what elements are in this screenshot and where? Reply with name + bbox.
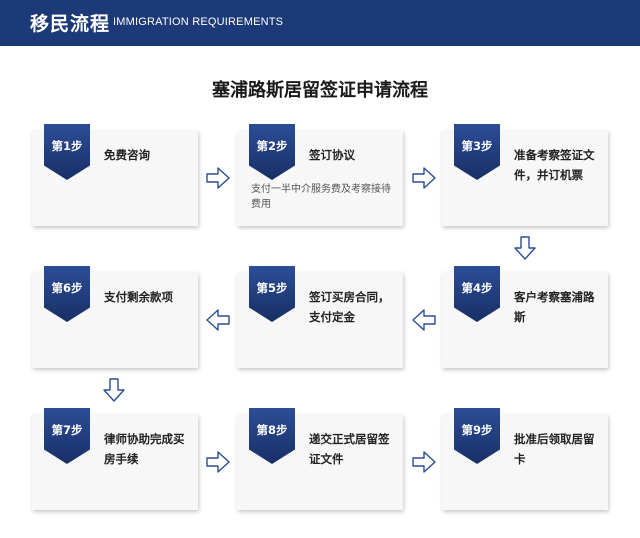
step-card-3: 第3步 准备考察签证文件，并订机票 <box>442 124 608 226</box>
step-badge: 第1步 <box>44 124 90 180</box>
step-title: 免费咨询 <box>104 148 150 162</box>
step-card-7: 第7步 律师协助完成买房手续 <box>32 408 198 510</box>
step-title: 客户考察塞浦路斯 <box>514 290 595 324</box>
step-card-2: 第2步 签订协议 支付一半中介服务费及考察接待费用 <box>237 124 403 226</box>
step-title: 准备考察签证文件，并订机票 <box>514 148 595 182</box>
step-card-9: 第9步 批准后领取居留卡 <box>442 408 608 510</box>
arrow-down-icon <box>514 236 536 260</box>
step-title: 支付剩余款项 <box>104 290 173 304</box>
step-badge: 第6步 <box>44 266 90 322</box>
arrow-right-icon <box>206 451 230 473</box>
step-badge: 第7步 <box>44 408 90 464</box>
step-number: 第6步 <box>51 281 83 295</box>
step-title: 签订买房合同，支付定金 <box>309 290 390 324</box>
step-badge: 第3步 <box>454 124 500 180</box>
step-badge: 第2步 <box>249 124 295 180</box>
step-card-5: 第5步 签订买房合同，支付定金 <box>237 266 403 368</box>
arrow-left-icon <box>412 309 436 331</box>
step-card-6: 第6步 支付剩余款项 <box>32 266 198 368</box>
step-card-4: 第4步 客户考察塞浦路斯 <box>442 266 608 368</box>
arrow-right-icon <box>412 451 436 473</box>
step-badge: 第9步 <box>454 408 500 464</box>
step-number: 第8步 <box>256 423 288 437</box>
step-card-1: 第1步 免费咨询 <box>32 124 198 226</box>
step-number: 第1步 <box>51 139 83 153</box>
step-title: 批准后领取居留卡 <box>514 432 595 466</box>
arrow-right-icon <box>206 167 230 189</box>
step-number: 第7步 <box>51 423 83 437</box>
step-title: 签订协议 <box>309 148 355 162</box>
step-title: 递交正式居留签证文件 <box>309 432 390 466</box>
step-number: 第2步 <box>256 139 288 153</box>
step-number: 第4步 <box>461 281 493 295</box>
step-badge: 第5步 <box>249 266 295 322</box>
header-bar: 移民流程 IMMIGRATION REQUIREMENTS <box>0 0 640 46</box>
page-title: 塞浦路斯居留签证申请流程 <box>212 80 428 101</box>
arrow-left-icon <box>206 309 230 331</box>
step-title: 律师协助完成买房手续 <box>104 432 185 466</box>
step-number: 第3步 <box>461 139 493 153</box>
step-number: 第9步 <box>461 423 493 437</box>
arrow-right-icon <box>412 167 436 189</box>
header-title: 移民流程 <box>30 13 111 35</box>
arrow-down-icon <box>103 378 125 402</box>
step-description: 支付一半中介服务费及考察接待费用 <box>251 184 391 210</box>
step-number: 第5步 <box>256 281 288 295</box>
header-subtitle: IMMIGRATION REQUIREMENTS <box>113 16 284 28</box>
step-badge: 第8步 <box>249 408 295 464</box>
step-card-8: 第8步 递交正式居留签证文件 <box>237 408 403 510</box>
step-badge: 第4步 <box>454 266 500 322</box>
